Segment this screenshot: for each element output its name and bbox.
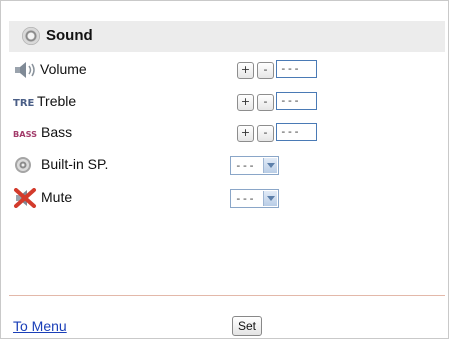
bass-row: BASS Bass + - --- — [13, 122, 443, 144]
bass-label: Bass — [41, 124, 73, 140]
speaker-round-icon — [22, 27, 40, 45]
mute-select[interactable]: --- — [230, 189, 279, 208]
chevron-down-icon[interactable] — [263, 191, 277, 206]
footer-divider — [9, 295, 445, 296]
mute-row: Mute --- — [13, 187, 443, 209]
volume-speaker-icon — [13, 60, 39, 80]
set-button[interactable]: Set — [232, 316, 262, 336]
volume-minus-button[interactable]: - — [257, 62, 274, 79]
bass-minus-button[interactable]: - — [257, 125, 274, 142]
volume-plus-button[interactable]: + — [237, 62, 254, 79]
bass-icon-text: BASS — [13, 130, 37, 139]
built-in-speaker-select[interactable]: --- — [230, 156, 279, 175]
treble-value-field[interactable]: --- — [276, 92, 317, 110]
volume-row: Volume + - --- — [13, 59, 443, 81]
treble-icon: TRE — [13, 92, 39, 112]
treble-row: TRE Treble + - --- — [13, 91, 443, 113]
mute-selected-value: --- — [235, 192, 255, 205]
treble-icon-text: TRE — [13, 98, 35, 109]
bass-value-field[interactable]: --- — [276, 123, 317, 141]
bass-plus-button[interactable]: + — [237, 125, 254, 142]
chevron-down-icon[interactable] — [263, 158, 277, 173]
mute-label: Mute — [41, 189, 73, 205]
built-in-speaker-row: Built-in SP. --- — [13, 154, 443, 176]
volume-value-field[interactable]: --- — [276, 60, 317, 78]
volume-label: Volume — [40, 61, 87, 77]
treble-label: Treble — [37, 93, 77, 109]
sound-settings-panel: Sound Volume + - --- TRE Treble + - --- — [0, 0, 449, 339]
mute-icon — [13, 188, 39, 208]
section-header: Sound — [9, 21, 445, 52]
section-title: Sound — [46, 27, 93, 44]
bass-icon: BASS — [13, 123, 39, 143]
treble-plus-button[interactable]: + — [237, 94, 254, 111]
built-in-speaker-selected-value: --- — [235, 159, 255, 172]
to-menu-link[interactable]: To Menu — [13, 318, 67, 334]
speaker-round-icon — [13, 155, 39, 175]
built-in-speaker-label: Built-in SP. — [41, 156, 109, 172]
treble-minus-button[interactable]: - — [257, 94, 274, 111]
